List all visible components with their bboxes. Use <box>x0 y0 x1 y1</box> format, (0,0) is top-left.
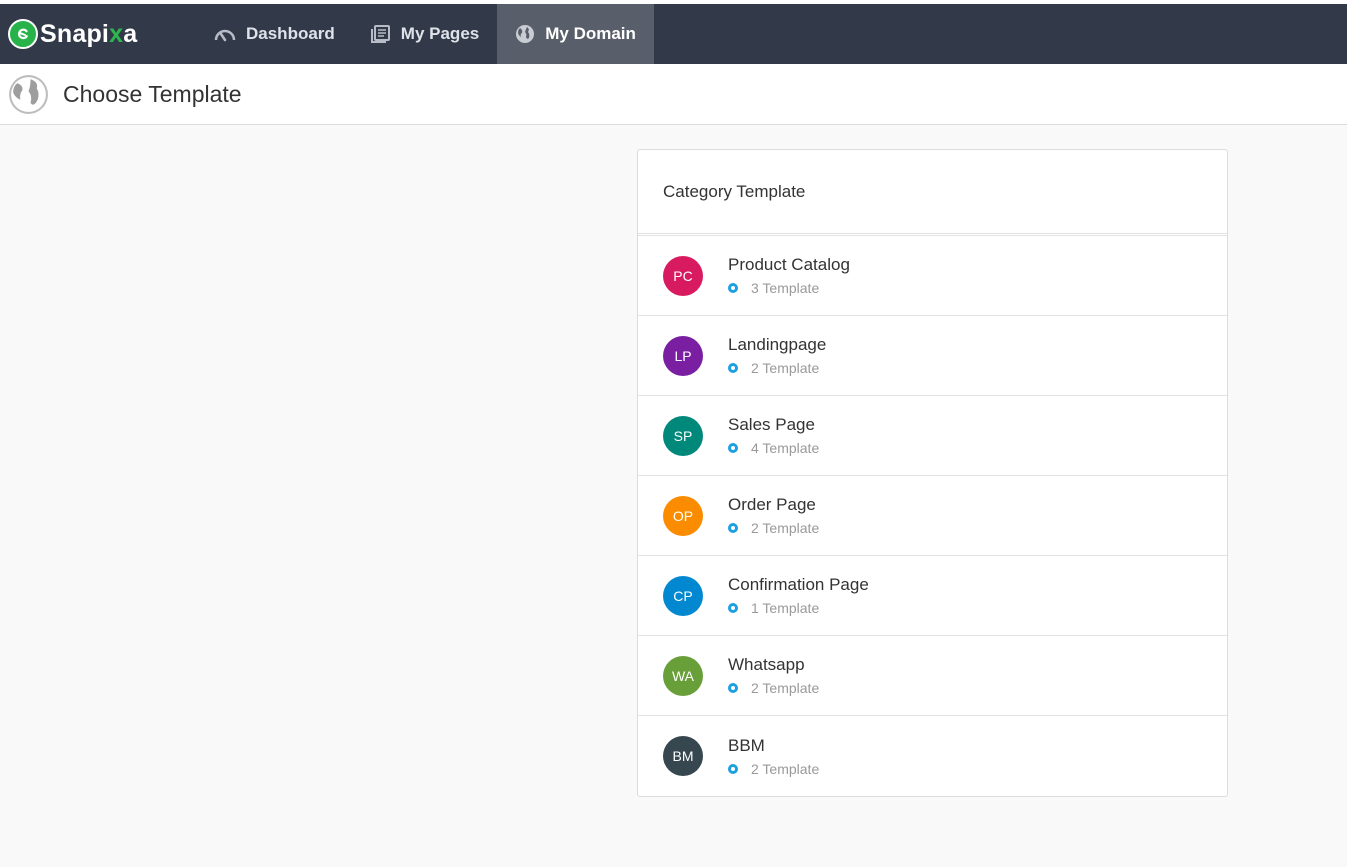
speedometer-icon <box>214 26 236 42</box>
status-dot-icon <box>728 443 738 453</box>
category-name: BBM <box>728 735 765 755</box>
nav-dashboard[interactable]: Dashboard <box>196 4 353 64</box>
status-dot-icon <box>728 683 738 693</box>
template-count: 1 Template <box>751 600 820 616</box>
nav-my-domain[interactable]: My Domain <box>497 4 654 64</box>
pages-icon <box>370 25 391 43</box>
nav-my-domain-label: My Domain <box>545 24 636 43</box>
top-navbar: Snapi x a Dashboard My Pages My Domain <box>0 4 1347 64</box>
list-item[interactable]: BM BBM 2 Template <box>638 716 1227 796</box>
status-dot-icon <box>728 603 738 613</box>
globe-icon <box>515 24 535 44</box>
avatar: LP <box>663 335 703 376</box>
panel-title: Category Template <box>638 150 1227 236</box>
category-name: Product Catalog <box>728 255 850 274</box>
list-item[interactable]: LP Landingpage 2 Template <box>638 316 1227 396</box>
template-count: 2 Template <box>751 520 820 536</box>
list-item[interactable]: OP Order Page 2 Template <box>638 476 1227 556</box>
list-item[interactable]: SP Sales Page 4 Template <box>638 396 1227 476</box>
avatar: WA <box>663 655 703 696</box>
category-name: Confirmation Page <box>728 575 869 594</box>
brand-logo[interactable]: Snapi x a <box>0 4 196 64</box>
list-item[interactable]: WA Whatsapp 2 Template <box>638 636 1227 716</box>
category-template-panel: Category Template PC Product Catalog 3 T… <box>637 149 1228 797</box>
brand-name-prefix: Snapi <box>40 19 110 48</box>
template-count: 2 Template <box>751 360 820 376</box>
status-dot-icon <box>728 363 738 373</box>
page-title: Choose Template <box>63 80 242 107</box>
template-count: 3 Template <box>751 280 820 296</box>
status-dot-icon <box>728 523 738 533</box>
globe-icon <box>8 74 49 115</box>
nav-my-pages[interactable]: My Pages <box>353 4 497 64</box>
category-name: Whatsapp <box>728 655 805 674</box>
category-name: Landingpage <box>728 335 827 354</box>
page-header: Choose Template <box>0 64 1347 125</box>
list-item[interactable]: PC Product Catalog 3 Template <box>638 236 1227 316</box>
list-item[interactable]: CP Confirmation Page 1 Template <box>638 556 1227 636</box>
avatar: SP <box>663 415 703 456</box>
nav-dashboard-label: Dashboard <box>246 24 335 43</box>
template-count: 4 Template <box>751 440 820 456</box>
avatar: CP <box>663 575 703 616</box>
avatar: OP <box>663 495 703 536</box>
template-count: 2 Template <box>751 680 820 696</box>
category-name: Sales Page <box>728 415 815 434</box>
avatar: BM <box>663 736 703 776</box>
whatsapp-logo-icon <box>8 19 38 49</box>
brand-name-suffix: a <box>123 19 138 48</box>
status-dot-icon <box>728 283 738 293</box>
avatar: PC <box>663 255 703 296</box>
status-dot-icon <box>728 763 738 774</box>
brand-name-x: x <box>109 19 124 48</box>
template-count: 2 Template <box>751 760 820 777</box>
nav-my-pages-label: My Pages <box>400 24 480 43</box>
category-name: Order Page <box>728 495 816 514</box>
